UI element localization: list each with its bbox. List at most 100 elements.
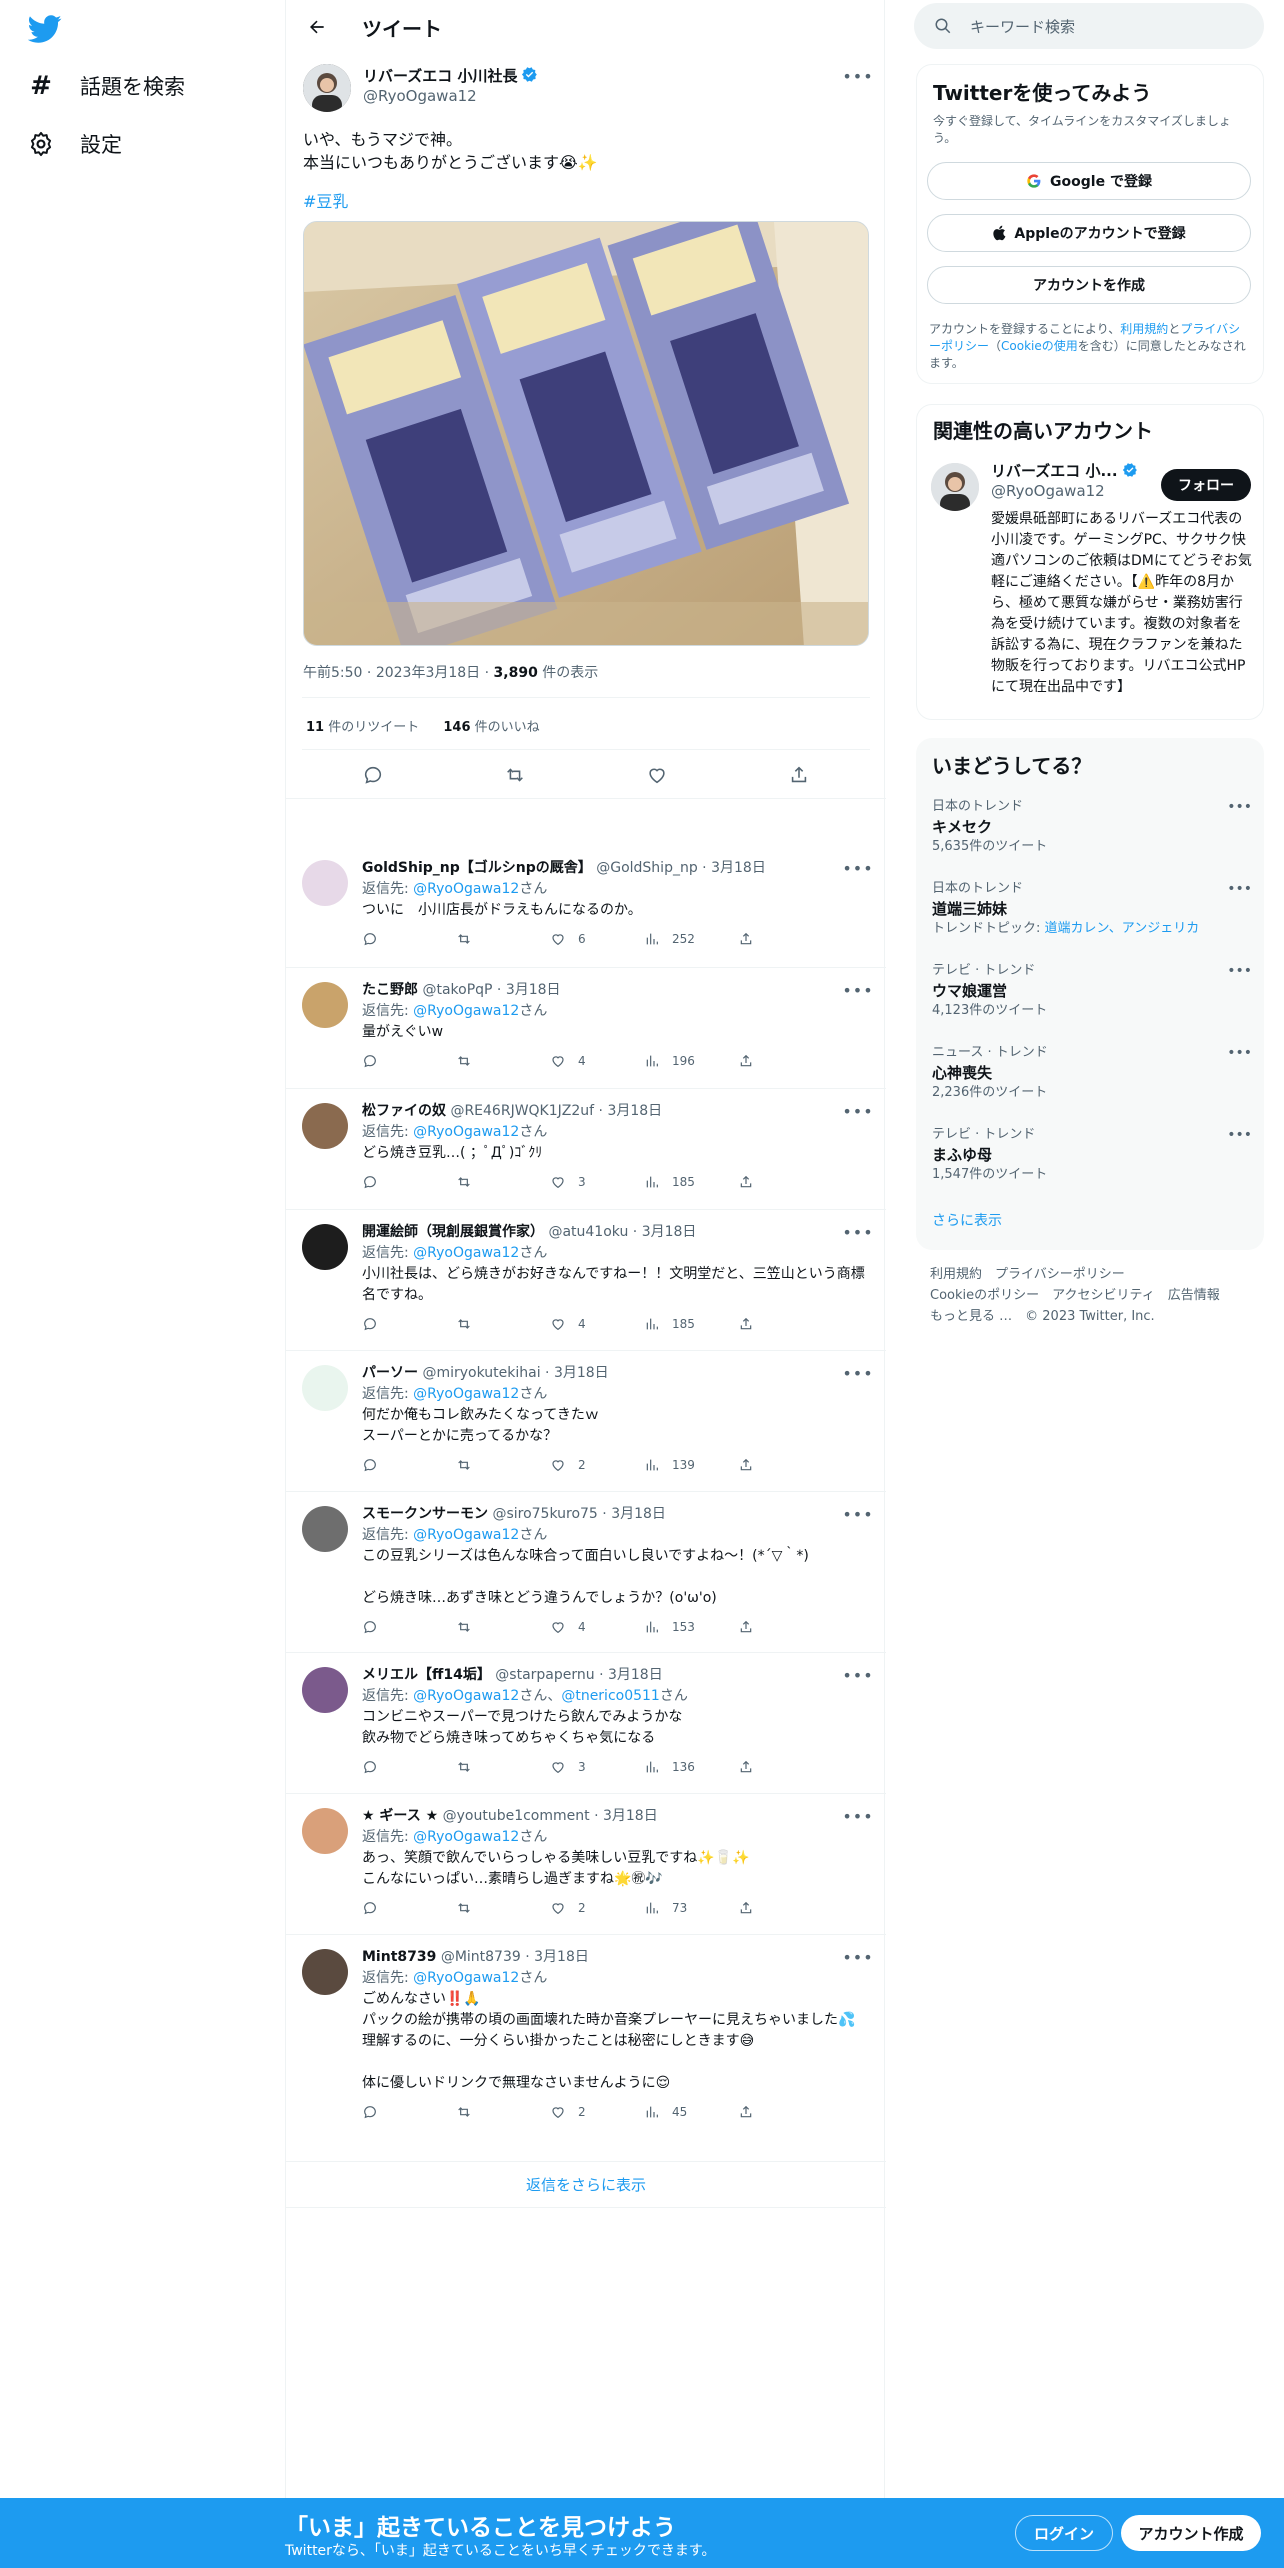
retweet-icon[interactable] [456, 1316, 550, 1332]
reply-tweet[interactable]: メリエル【ff14垢】 @starpapernu · 3月18日 返信先: @R… [286, 1653, 886, 1794]
views-button[interactable]: 185 [644, 1314, 738, 1335]
footer-link[interactable]: アクセシビリティ [1052, 1288, 1155, 1303]
reply-tweet[interactable]: GoldShip_np【ゴルシnpの厩舎】 @GoldShip_np · 3月1… [286, 846, 886, 968]
reply-date[interactable]: 3月18日 [607, 1103, 662, 1119]
reply-to-link[interactable]: @RyoOgawa12 [413, 1527, 519, 1543]
reply-icon[interactable] [362, 1053, 456, 1069]
reply-author-name[interactable]: 開運絵師（現創展銀賞作家） [362, 1224, 544, 1240]
more-options-icon[interactable]: ••• [842, 1101, 872, 1121]
reply-author-name[interactable]: GoldShip_np【ゴルシnpの厩舎】 [362, 860, 592, 876]
related-account[interactable]: リバーズエコ 小... @RyoOgawa12 [991, 461, 1151, 501]
twitter-logo-icon[interactable] [28, 12, 62, 46]
more-options-icon[interactable]: ••• [842, 1222, 872, 1242]
reply-to-link[interactable]: @RyoOgawa12 [413, 1003, 519, 1019]
login-button[interactable]: ログイン [1015, 2515, 1113, 2551]
views-button[interactable]: 153 [644, 1617, 738, 1638]
reply-tweet[interactable]: スモークンサーモン @siro75kuro75 · 3月18日 返信先: @Ry… [286, 1492, 886, 1653]
reply-date[interactable]: 3月18日 [642, 1224, 697, 1240]
search-box[interactable]: キーワード検索 [914, 3, 1264, 49]
like-button[interactable]: 4 [550, 1617, 644, 1638]
footer-link[interactable]: Cookieのポリシー [930, 1288, 1039, 1303]
trend-item[interactable]: 日本のトレンド 道端三姉妹 トレンドトピック: 道端カレン、アンジェリカ ••• [932, 880, 1252, 938]
reply-avatar[interactable] [302, 982, 348, 1028]
signup-button[interactable]: アカウント作成 [1121, 2515, 1261, 2551]
more-options-icon[interactable]: ••• [842, 66, 872, 86]
terms-link[interactable]: 利用規約 [1120, 322, 1168, 336]
footer-link[interactable]: プライバシーポリシー [995, 1267, 1125, 1282]
reply-author-name[interactable]: ★ ギース ★ [362, 1808, 438, 1824]
more-options-icon[interactable]: ••• [842, 1806, 872, 1826]
reply-avatar[interactable] [302, 860, 348, 906]
tweet-time[interactable]: 午前5:50 [303, 665, 362, 681]
reply-author-name[interactable]: たこ野郎 [362, 982, 418, 998]
reply-date[interactable]: 3月18日 [534, 1949, 589, 1965]
reply-author-name[interactable]: パーソー [362, 1365, 418, 1381]
reply-author-name[interactable]: メリエル【ff14垢】 [362, 1667, 491, 1683]
reply-to-link[interactable]: @RyoOgawa12 [413, 881, 519, 897]
views-button[interactable]: 73 [644, 1898, 738, 1919]
share-icon[interactable] [788, 764, 810, 786]
trend-item[interactable]: ニュース · トレンド 心神喪失 2,236件のツイート ••• [932, 1044, 1252, 1102]
reply-date[interactable]: 3月18日 [608, 1667, 663, 1683]
retweet-icon[interactable] [456, 1174, 550, 1190]
more-options-icon[interactable]: ••• [1227, 1126, 1252, 1144]
author-block[interactable]: リバーズエコ 小川社長 @RyoOgawa12 [363, 66, 538, 106]
reply-avatar[interactable] [302, 1506, 348, 1552]
reply-author-name[interactable]: スモークンサーモン [362, 1506, 488, 1522]
reply-date[interactable]: 3月18日 [506, 982, 561, 998]
footer-link[interactable]: もっと見る … [930, 1309, 1012, 1324]
trend-topic-link[interactable]: 道端カレン、アンジェリカ [1045, 921, 1200, 936]
reply-tweet[interactable]: 開運絵師（現創展銀賞作家） @atu41oku · 3月18日 返信先: @Ry… [286, 1210, 886, 1351]
reply-date[interactable]: 3月18日 [603, 1808, 658, 1824]
reply-to-link[interactable]: @RyoOgawa12 [413, 1829, 519, 1845]
reply-icon[interactable] [362, 1174, 456, 1190]
author-avatar[interactable] [303, 64, 351, 112]
more-options-icon[interactable]: ••• [842, 1947, 872, 1967]
like-button[interactable]: 3 [550, 1757, 644, 1778]
more-options-icon[interactable]: ••• [1227, 962, 1252, 980]
views-button[interactable]: 252 [644, 929, 738, 950]
create-account-button[interactable]: アカウントを作成 [927, 266, 1251, 304]
cookie-link[interactable]: Cookieの使用 [1001, 339, 1078, 353]
reply-to-link[interactable]: @RyoOgawa12 [413, 1970, 519, 1986]
google-signup-button[interactable]: Google で登録 [927, 162, 1251, 200]
reply-icon[interactable] [362, 1457, 456, 1473]
share-icon[interactable] [738, 931, 754, 947]
show-more-replies-link[interactable]: 返信をさらに表示 [286, 2162, 886, 2208]
reply-to-link[interactable]: @RyoOgawa12 [413, 1386, 519, 1402]
reply-to-link[interactable]: @RyoOgawa12 [413, 1688, 519, 1704]
like-button[interactable]: 2 [550, 2102, 644, 2123]
retweet-icon[interactable] [456, 1457, 550, 1473]
more-options-icon[interactable]: ••• [842, 980, 872, 1000]
reply-avatar[interactable] [302, 1808, 348, 1854]
retweet-icon[interactable] [456, 2104, 550, 2120]
retweet-icon[interactable] [456, 931, 550, 947]
footer-link[interactable]: 利用規約 [930, 1267, 982, 1282]
author-name[interactable]: リバーズエコ 小川社長 [363, 67, 517, 85]
more-options-icon[interactable]: ••• [842, 1665, 872, 1685]
trends-show-more-link[interactable]: さらに表示 [932, 1210, 1002, 1230]
reply-avatar[interactable] [302, 1224, 348, 1270]
reply-date[interactable]: 3月18日 [711, 860, 766, 876]
like-button[interactable]: 4 [550, 1314, 644, 1335]
nav-explore[interactable]: # 話題を検索 [28, 66, 185, 106]
nav-settings[interactable]: 設定 [28, 124, 122, 164]
reply-avatar[interactable] [302, 1949, 348, 1995]
tweet-date[interactable]: 2023年3月18日 [376, 665, 480, 681]
views-button[interactable]: 139 [644, 1455, 738, 1476]
more-options-icon[interactable]: ••• [1227, 1044, 1252, 1062]
reply-icon[interactable] [362, 931, 456, 947]
retweet-icon[interactable] [504, 764, 526, 786]
views-button[interactable]: 136 [644, 1757, 738, 1778]
reply-date[interactable]: 3月18日 [554, 1365, 609, 1381]
tweet-photo[interactable] [303, 221, 869, 646]
retweet-icon[interactable] [456, 1759, 550, 1775]
reply-tweet[interactable]: たこ野郎 @takoPqP · 3月18日 返信先: @RyoOgawa12さん… [286, 968, 886, 1089]
more-options-icon[interactable]: ••• [842, 858, 872, 878]
like-button[interactable]: 2 [550, 1898, 644, 1919]
reply-to-link[interactable]: @tnerico0511 [561, 1688, 660, 1704]
like-icon[interactable] [646, 764, 668, 786]
trend-item[interactable]: テレビ · トレンド ウマ娘運営 4,123件のツイート ••• [932, 962, 1252, 1020]
more-options-icon[interactable]: ••• [842, 1504, 872, 1524]
trend-item[interactable]: 日本のトレンド キメセク 5,635件のツイート ••• [932, 798, 1252, 856]
